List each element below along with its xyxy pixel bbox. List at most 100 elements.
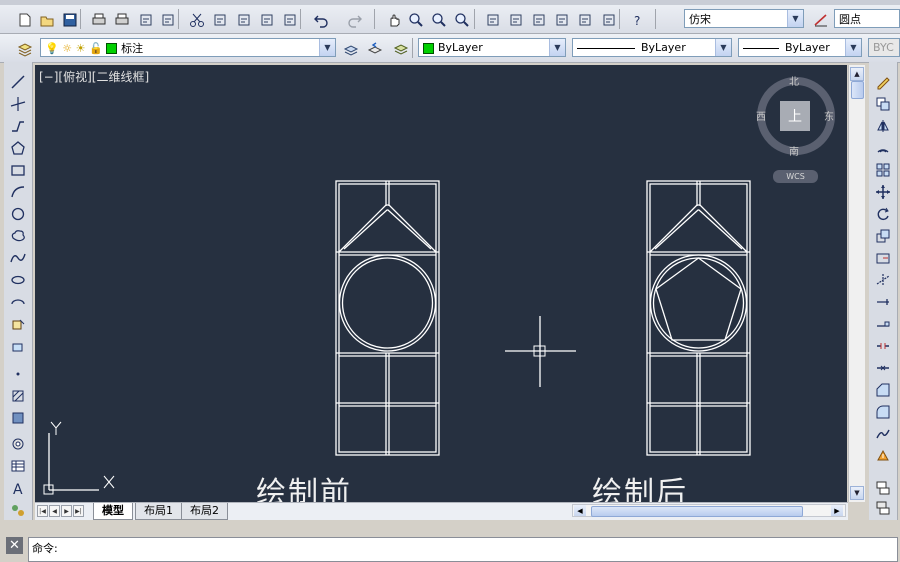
plot-style-combo[interactable]: BYC: [868, 38, 900, 57]
prev-tab-icon[interactable]: ◀: [49, 505, 60, 517]
paste-icon[interactable]: [233, 9, 255, 31]
copy-icon[interactable]: [209, 9, 231, 31]
wcs-button[interactable]: WCS: [773, 170, 818, 183]
construction-line-icon[interactable]: [8, 94, 28, 114]
viewcube-west[interactable]: 西: [756, 108, 766, 123]
viewcube-east[interactable]: 东: [824, 108, 834, 123]
erase-icon[interactable]: [873, 72, 893, 92]
scale-icon[interactable]: [873, 226, 893, 246]
chevron-down-icon[interactable]: ▼: [787, 10, 803, 27]
design-center-icon[interactable]: [505, 9, 527, 31]
layer-previous-icon[interactable]: [364, 38, 386, 60]
copy-object-icon[interactable]: [873, 94, 893, 114]
circle-icon[interactable]: [8, 204, 28, 224]
command-input[interactable]: 命令:: [28, 537, 898, 562]
quickcalc-icon[interactable]: [598, 9, 620, 31]
chamfer-icon[interactable]: [873, 380, 893, 400]
dimension-style-combo[interactable]: 圆点: [834, 9, 900, 28]
stretch-icon[interactable]: [873, 248, 893, 268]
line-icon[interactable]: [8, 72, 28, 92]
match-properties-icon[interactable]: [256, 9, 278, 31]
viewcube-north[interactable]: 北: [789, 73, 799, 88]
array-icon[interactable]: [873, 160, 893, 180]
ellipse-arc-icon[interactable]: [8, 292, 28, 312]
close-icon[interactable]: ✕: [6, 537, 23, 554]
zoom-window-icon[interactable]: [428, 9, 450, 31]
open-icon[interactable]: [36, 9, 58, 31]
zoom-realtime-icon[interactable]: [405, 9, 427, 31]
explode-icon[interactable]: [873, 446, 893, 466]
redo-icon[interactable]: [344, 9, 366, 31]
scroll-left-icon[interactable]: ◀: [574, 505, 586, 516]
tab-layout1[interactable]: 布局1: [135, 503, 182, 520]
trim-icon[interactable]: [873, 270, 893, 290]
horizontal-scrollbar[interactable]: ◀ ▶: [572, 504, 846, 517]
vertical-scrollbar[interactable]: ▲ ▼: [848, 65, 865, 502]
chevron-down-icon[interactable]: ▼: [549, 39, 565, 56]
viewcube-top-face[interactable]: 上: [780, 101, 810, 131]
revision-cloud-icon[interactable]: [8, 226, 28, 246]
zoom-previous-icon[interactable]: [451, 9, 473, 31]
markup-icon[interactable]: [574, 9, 596, 31]
scroll-right-icon[interactable]: ▶: [831, 505, 843, 516]
tab-model[interactable]: 模型: [93, 503, 133, 520]
3d-publish-icon[interactable]: [157, 9, 179, 31]
offset-icon[interactable]: [873, 138, 893, 158]
linetype-combo[interactable]: ByLayer ▼: [572, 38, 732, 57]
cut-icon[interactable]: [186, 9, 208, 31]
tool-palettes-icon[interactable]: [528, 9, 550, 31]
chevron-down-icon[interactable]: ▼: [845, 39, 861, 56]
break-icon[interactable]: [873, 336, 893, 356]
ellipse-icon[interactable]: [8, 270, 28, 290]
properties-icon[interactable]: [482, 9, 504, 31]
text-style-combo[interactable]: 仿宋 ▼: [684, 9, 804, 28]
pan-icon[interactable]: [383, 9, 405, 31]
viewcube-south[interactable]: 南: [789, 143, 799, 158]
next-tab-icon[interactable]: ▶: [61, 505, 72, 517]
scroll-down-icon[interactable]: ▼: [850, 486, 864, 500]
chevron-down-icon[interactable]: ▼: [319, 39, 335, 56]
break-at-point-icon[interactable]: [873, 314, 893, 334]
save-icon[interactable]: [59, 9, 81, 31]
dimension-style-icon[interactable]: [810, 9, 832, 31]
scroll-up-icon[interactable]: ▲: [850, 67, 864, 81]
layer-walk-icon[interactable]: [873, 478, 893, 498]
move-icon[interactable]: [873, 182, 893, 202]
lineweight-combo[interactable]: ByLayer ▼: [738, 38, 862, 57]
layer-manager-icon[interactable]: [14, 38, 36, 60]
insert-block-icon[interactable]: [8, 314, 28, 334]
arc-icon[interactable]: [8, 182, 28, 202]
mirror-icon[interactable]: [873, 116, 893, 136]
print-preview-icon[interactable]: [111, 9, 133, 31]
last-tab-icon[interactable]: ▶|: [73, 505, 84, 517]
chevron-down-icon[interactable]: ▼: [715, 39, 731, 56]
polyline-icon[interactable]: [8, 116, 28, 136]
multiline-text-icon[interactable]: A: [8, 478, 28, 498]
point-icon[interactable]: [8, 364, 28, 384]
rectangle-icon[interactable]: [8, 160, 28, 180]
tab-layout2[interactable]: 布局2: [181, 503, 228, 520]
undo-icon[interactable]: [310, 9, 332, 31]
help-icon[interactable]: ?: [627, 9, 649, 31]
table-icon[interactable]: [8, 456, 28, 476]
blend-curves-icon[interactable]: [873, 424, 893, 444]
add-selected-icon[interactable]: [8, 500, 28, 520]
drawing-canvas[interactable]: [−][俯视][二维线框] 上 北 南 西 东 WCS 绘制前 绘制后: [35, 65, 847, 502]
fillet-icon[interactable]: [873, 402, 893, 422]
polygon-icon[interactable]: [8, 138, 28, 158]
layer-isolate-icon[interactable]: [873, 498, 893, 518]
publish-icon[interactable]: [135, 9, 157, 31]
block-editor-icon[interactable]: [279, 9, 301, 31]
sheet-set-icon[interactable]: [551, 9, 573, 31]
join-icon[interactable]: [873, 358, 893, 378]
region-icon[interactable]: [8, 434, 28, 454]
make-block-icon[interactable]: [8, 336, 28, 356]
layer-state-icon[interactable]: [390, 38, 412, 60]
print-icon[interactable]: [88, 9, 110, 31]
layer-combo[interactable]: 💡 ☼ ☀ 🔓 标注 ▼: [40, 38, 336, 57]
new-icon[interactable]: [14, 9, 36, 31]
color-combo[interactable]: ByLayer ▼: [418, 38, 566, 57]
extend-icon[interactable]: [873, 292, 893, 312]
gradient-icon[interactable]: [8, 408, 28, 428]
vertical-scroll-thumb[interactable]: [851, 81, 864, 99]
